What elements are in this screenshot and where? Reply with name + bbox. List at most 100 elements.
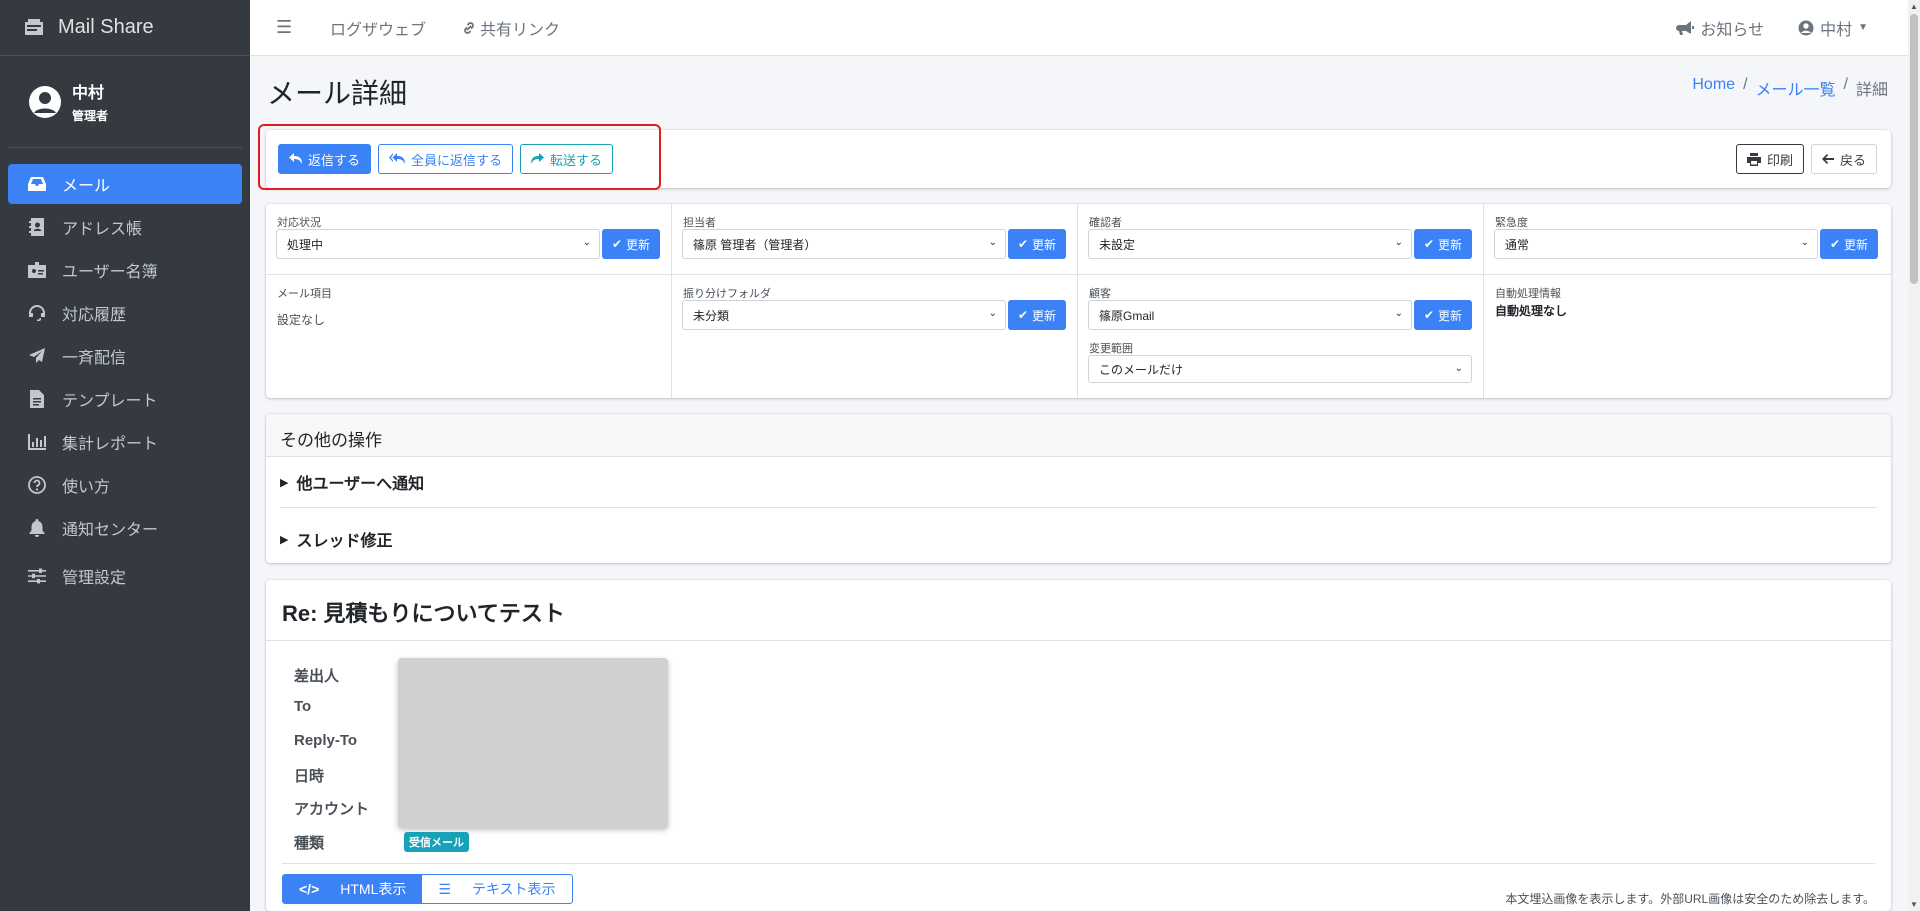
customer-label: 顧客 <box>1089 288 1111 300</box>
mail-type-badge: 受信メール <box>404 832 469 852</box>
sidebar-item-broadcast[interactable]: 一斉配信 <box>8 336 242 376</box>
caret-right-icon: ▶ <box>280 476 289 489</box>
status-select[interactable]: 処理中 ⌄ <box>276 229 600 259</box>
sidebar-item-admin-settings[interactable]: 管理設定 <box>8 556 242 596</box>
bell-icon <box>26 518 48 538</box>
sidebar-item-reports[interactable]: 集計レポート <box>8 422 242 462</box>
view-mode-toggle: </> HTML表示 ☰ テキスト表示 <box>282 874 573 904</box>
sidebar-item-help[interactable]: 使い方 <box>8 465 242 505</box>
scroll-down-arrow-icon[interactable]: ▼ <box>1910 900 1918 909</box>
vertical-scrollbar[interactable]: ▲ ▼ <box>1908 0 1920 911</box>
forward-button[interactable]: 転送する <box>520 144 614 174</box>
user-role: 管理者 <box>72 109 109 123</box>
share-icon <box>531 153 545 164</box>
other-operations-header: その他の操作 <box>266 414 1891 457</box>
sidebar-item-history[interactable]: 対応履歴 <box>8 293 242 333</box>
user-circle-icon <box>29 85 61 118</box>
confirmer-select-value: 未設定 <box>1099 237 1136 252</box>
file-text-icon <box>26 389 48 409</box>
mail-item-value: 設定なし <box>277 313 326 327</box>
scope-label: 変更範囲 <box>1089 343 1133 355</box>
mail-detail-card: Re: 見積もりについてテスト 差出人 To Reply-To 日時 アカウント… <box>266 580 1891 911</box>
confirmer-cell: 確認者 未設定 ⌄ ✔ 更新 顧客 篠原Gmail ⌄ ✔ 更新 変更範囲 このメールだ… <box>1078 204 1484 398</box>
thread-fix-toggle[interactable]: ▶ スレッド修正 <box>280 527 392 551</box>
reply-all-button[interactable]: 全員に返信する <box>378 144 514 174</box>
notify-users-label: 他ユーザーへ通知 <box>296 476 425 493</box>
scope-select[interactable]: このメールだけ ⌄ <box>1088 355 1472 383</box>
sidebar-item-label: 通知センター <box>62 522 159 539</box>
assignee-cell: 担当者 篠原 管理者（管理者） ⌄ ✔ 更新 振り分けフォルダ 未分類 ⌄ ✔ 更新 <box>672 204 1078 398</box>
urgency-select-value: 通常 <box>1505 237 1530 252</box>
customer-update-button[interactable]: ✔ 更新 <box>1414 300 1472 330</box>
assignee-select-value: 篠原 管理者（管理者） <box>693 237 817 252</box>
back-button[interactable]: 戻る <box>1810 144 1877 174</box>
sidebar-item-label: テンプレート <box>62 393 158 410</box>
sidebar-item-templates[interactable]: テンプレート <box>8 379 242 419</box>
reply-icon <box>289 153 302 164</box>
assignee-update-button[interactable]: ✔ 更新 <box>1008 229 1066 259</box>
field-label-from: 差出人 <box>294 668 340 685</box>
code-icon: </> <box>299 881 320 897</box>
urgency-select[interactable]: 通常 ⌄ <box>1494 229 1818 259</box>
menu-toggle-icon[interactable]: ☰ <box>276 17 294 38</box>
html-view-label: HTML表示 <box>340 881 407 897</box>
chevron-down-icon: ⌄ <box>1800 237 1809 248</box>
sidebar-item-label: 集計レポート <box>62 436 159 453</box>
back-label: 戻る <box>1839 152 1866 168</box>
status-update-button[interactable]: ✔ 更新 <box>602 229 660 259</box>
reply-button[interactable]: 返信する <box>278 144 372 174</box>
sidebar-item-user-directory[interactable]: ユーザー名簿 <box>8 250 242 290</box>
sidebar-item-notifications[interactable]: 通知センター <box>8 508 242 548</box>
chevron-down-icon: ⌄ <box>582 237 591 248</box>
print-button[interactable]: 印刷 <box>1735 144 1804 174</box>
sidebar-nav: メール アドレス帳 ユーザー名簿 対応履歴 一斉配信 テンプレート 集計レポート <box>0 164 250 596</box>
user-menu-dropdown[interactable]: 中村 ▼ <box>1798 16 1868 40</box>
topbar-link-label: ログザウェブ <box>330 21 427 39</box>
scrollbar-thumb[interactable] <box>1910 14 1918 284</box>
assignee-label: 担当者 <box>683 217 716 229</box>
customer-select[interactable]: 篠原Gmail ⌄ <box>1088 300 1412 330</box>
chevron-down-icon: ⌄ <box>988 308 997 319</box>
text-view-button[interactable]: ☰ テキスト表示 <box>422 875 571 903</box>
chevron-down-icon: ⌄ <box>988 237 997 248</box>
folder-select[interactable]: 未分類 ⌄ <box>682 300 1006 330</box>
align-left-icon: ☰ <box>438 880 451 897</box>
breadcrumb-home[interactable]: Home <box>1692 76 1735 100</box>
urgency-update-button[interactable]: ✔ 更新 <box>1820 229 1878 259</box>
user-name: 中村 <box>72 85 105 102</box>
chevron-down-icon: ⌄ <box>1454 363 1463 374</box>
id-badge-icon <box>26 260 48 280</box>
topbar-link-shared-links[interactable]: 共有リンク <box>462 16 560 40</box>
page-title: メール詳細 <box>267 78 408 109</box>
html-view-button[interactable]: </> HTML表示 <box>283 875 423 903</box>
address-book-icon <box>26 217 48 237</box>
status-cell: 対応状況 処理中 ⌄ ✔ 更新 メール項目 設定なし <box>266 204 672 398</box>
sidebar-item-label: アドレス帳 <box>62 221 143 238</box>
confirmer-select[interactable]: 未設定 ⌄ <box>1088 229 1412 259</box>
field-label-type: 種類 <box>294 835 325 852</box>
brand[interactable]: Mail Share <box>0 0 250 56</box>
breadcrumb-mail-list[interactable]: メール一覧 <box>1756 76 1836 100</box>
field-label-date: 日時 <box>294 768 325 785</box>
status-select-value: 処理中 <box>287 237 324 252</box>
auto-process-label: 自動処理情報 <box>1495 288 1561 300</box>
notify-users-toggle[interactable]: ▶ 他ユーザーへ通知 <box>280 470 424 494</box>
scroll-up-arrow-icon[interactable]: ▲ <box>1910 2 1918 11</box>
main-content: メール詳細 Home / メール一覧 / 詳細 返信する 全員に返信する 転送する <box>250 56 1908 911</box>
customer-select-value: 篠原Gmail <box>1099 308 1155 323</box>
divider <box>280 507 1877 508</box>
user-panel: 中村 管理者 <box>8 56 242 148</box>
question-circle-icon <box>26 475 48 495</box>
sidebar-item-address-book[interactable]: アドレス帳 <box>8 207 242 247</box>
status-label: 対応状況 <box>277 217 321 229</box>
topbar-link-logthe-web[interactable]: ログザウェブ <box>330 16 426 40</box>
breadcrumb: Home / メール一覧 / 詳細 <box>1692 76 1888 100</box>
assignee-select[interactable]: 篠原 管理者（管理者） ⌄ <box>682 229 1006 259</box>
sliders-icon <box>26 566 48 586</box>
confirmer-update-button[interactable]: ✔ 更新 <box>1414 229 1472 259</box>
sidebar-item-mail[interactable]: メール <box>8 164 242 204</box>
other-operations-panel: その他の操作 ▶ 他ユーザーへ通知 ▶ スレッド修正 <box>266 414 1891 563</box>
notices-link[interactable]: お知らせ <box>1676 16 1764 40</box>
folder-update-button[interactable]: ✔ 更新 <box>1008 300 1066 330</box>
check-icon: ✔ <box>1829 237 1841 251</box>
